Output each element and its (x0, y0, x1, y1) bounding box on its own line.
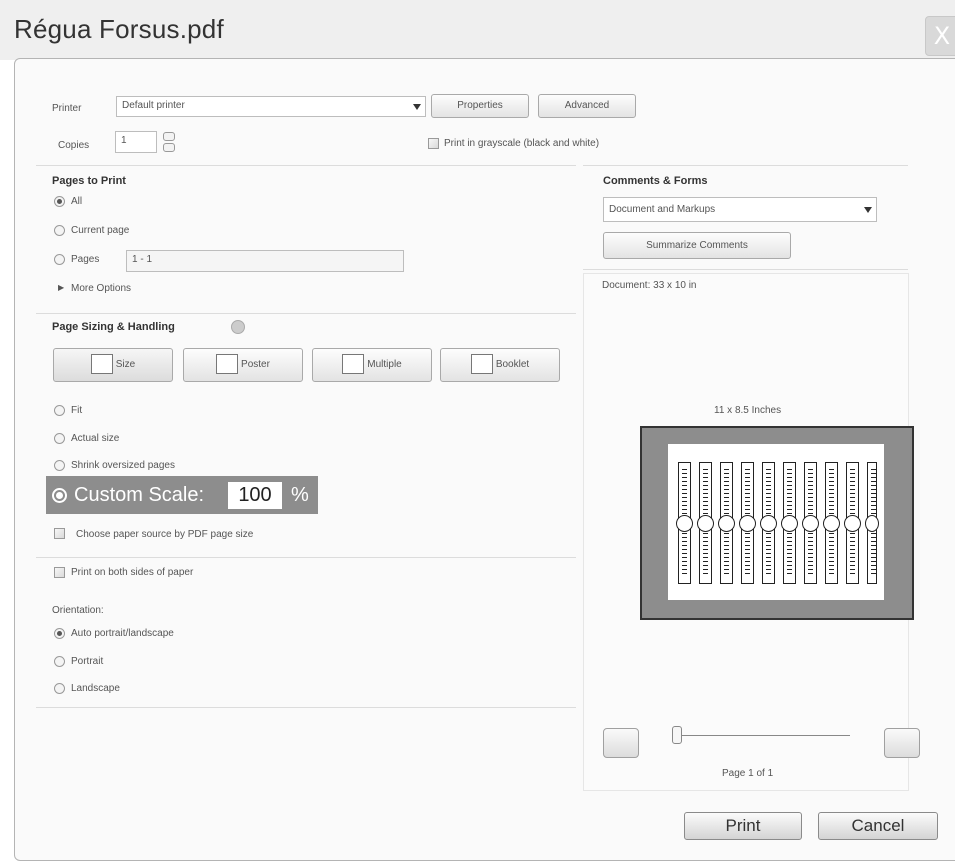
mode-multiple-label: Multiple (367, 359, 402, 370)
printer-select[interactable]: Default printer (116, 96, 426, 117)
previous-page-button[interactable] (603, 728, 639, 758)
chevron-down-icon (413, 103, 421, 110)
ruler-graphic (718, 462, 735, 584)
info-icon[interactable] (231, 320, 245, 334)
mode-poster-button[interactable]: Poster (183, 348, 303, 382)
booklet-mode-icon (470, 354, 493, 375)
actual-size-radio[interactable] (54, 433, 65, 444)
summarize-comments-button[interactable]: Summarize Comments (603, 232, 791, 259)
ruler-graphic (781, 462, 798, 584)
comments-forms-select-value: Document and Markups (609, 204, 716, 215)
divider (36, 165, 576, 166)
size-mode-icon (90, 354, 113, 375)
divider (36, 557, 576, 558)
chevron-down-icon (864, 206, 872, 213)
custom-scale-unit: % (291, 484, 309, 506)
page-slider-track[interactable] (680, 735, 850, 736)
page-sizing-heading: Page Sizing & Handling (52, 321, 175, 333)
more-options-label[interactable]: More Options (71, 283, 131, 294)
paper-source-checkbox[interactable] (54, 528, 65, 539)
orientation-auto-label: Auto portrait/landscape (71, 628, 174, 639)
page-indicator: Page 1 of 1 (722, 768, 774, 779)
pages-range-input[interactable]: 1 - 1 (126, 250, 404, 272)
custom-scale-input[interactable]: 100 (228, 482, 282, 509)
pages-all-radio[interactable] (54, 196, 65, 207)
actual-size-label: Actual size (71, 433, 120, 444)
cancel-button[interactable]: Cancel (818, 812, 938, 840)
shrink-label: Shrink oversized pages (71, 460, 175, 471)
shrink-radio[interactable] (54, 460, 65, 471)
preview-page (668, 444, 884, 600)
duplex-label: Print on both sides of paper (71, 567, 194, 578)
mode-booklet-label: Booklet (495, 359, 530, 370)
divider (583, 269, 908, 270)
grayscale-checkbox[interactable] (428, 138, 439, 149)
multiple-mode-icon (342, 354, 365, 375)
orientation-landscape-label: Landscape (71, 683, 120, 694)
divider (36, 313, 576, 314)
copies-decrement-button[interactable] (163, 143, 175, 152)
mode-size-button[interactable]: Size (53, 348, 173, 382)
printer-label: Printer (52, 103, 82, 114)
ruler-graphic (739, 462, 756, 584)
pages-to-print-heading: Pages to Print (52, 175, 126, 187)
comments-forms-heading: Comments & Forms (603, 175, 708, 187)
custom-scale-label: Custom Scale: (74, 484, 205, 506)
pages-range-radio[interactable] (54, 254, 65, 265)
grayscale-label: Print in grayscale (black and white) (444, 138, 600, 149)
duplex-checkbox[interactable] (54, 567, 65, 578)
comments-forms-select[interactable]: Document and Markups (603, 197, 877, 222)
window-title: Régua Forsus.pdf (14, 14, 224, 44)
poster-mode-icon (216, 354, 239, 375)
pages-current-label: Current page (71, 225, 130, 236)
divider (583, 165, 908, 166)
paper-source-label: Choose paper source by PDF page size (76, 529, 254, 540)
orientation-heading: Orientation: (52, 605, 104, 616)
orientation-portrait-radio[interactable] (54, 656, 65, 667)
mode-multiple-button[interactable]: Multiple (312, 348, 432, 382)
divider (36, 707, 576, 708)
copies-label: Copies (58, 140, 90, 151)
pages-range-label: Pages (71, 254, 100, 265)
ruler-graphic (760, 462, 777, 584)
custom-scale-radio[interactable] (52, 488, 67, 503)
ruler-graphic (823, 462, 840, 584)
mode-size-label: Size (115, 359, 136, 370)
more-options-triangle-icon[interactable]: ▶ (58, 283, 64, 292)
pages-all-label: All (71, 196, 83, 207)
orientation-portrait-label: Portrait (71, 656, 104, 667)
pages-current-radio[interactable] (54, 225, 65, 236)
orientation-landscape-radio[interactable] (54, 683, 65, 694)
ruler-graphic (844, 462, 861, 584)
document-size-label: Document: 33 x 10 in (602, 280, 697, 291)
printer-select-value: Default printer (122, 100, 185, 111)
mode-booklet-button[interactable]: Booklet (440, 348, 560, 382)
fit-label: Fit (71, 405, 83, 416)
copies-input[interactable]: 1 (115, 131, 157, 153)
ruler-graphic (676, 462, 693, 584)
fit-radio[interactable] (54, 405, 65, 416)
paper-size-label: 11 x 8.5 Inches (714, 405, 782, 416)
ruler-graphic (865, 462, 879, 584)
print-button[interactable]: Print (684, 812, 802, 840)
advanced-button[interactable]: Advanced (538, 94, 636, 118)
mode-poster-label: Poster (241, 359, 270, 370)
ruler-graphic (802, 462, 819, 584)
custom-scale-row[interactable]: Custom Scale: 100 % (46, 476, 318, 514)
ruler-graphic (697, 462, 714, 584)
close-button[interactable]: X (925, 16, 955, 56)
orientation-auto-radio[interactable] (54, 628, 65, 639)
copies-increment-button[interactable] (163, 132, 175, 141)
page-slider-thumb[interactable] (672, 726, 682, 744)
title-bar: Régua Forsus.pdf X (0, 0, 955, 60)
next-page-button[interactable] (884, 728, 920, 758)
properties-button[interactable]: Properties (431, 94, 529, 118)
